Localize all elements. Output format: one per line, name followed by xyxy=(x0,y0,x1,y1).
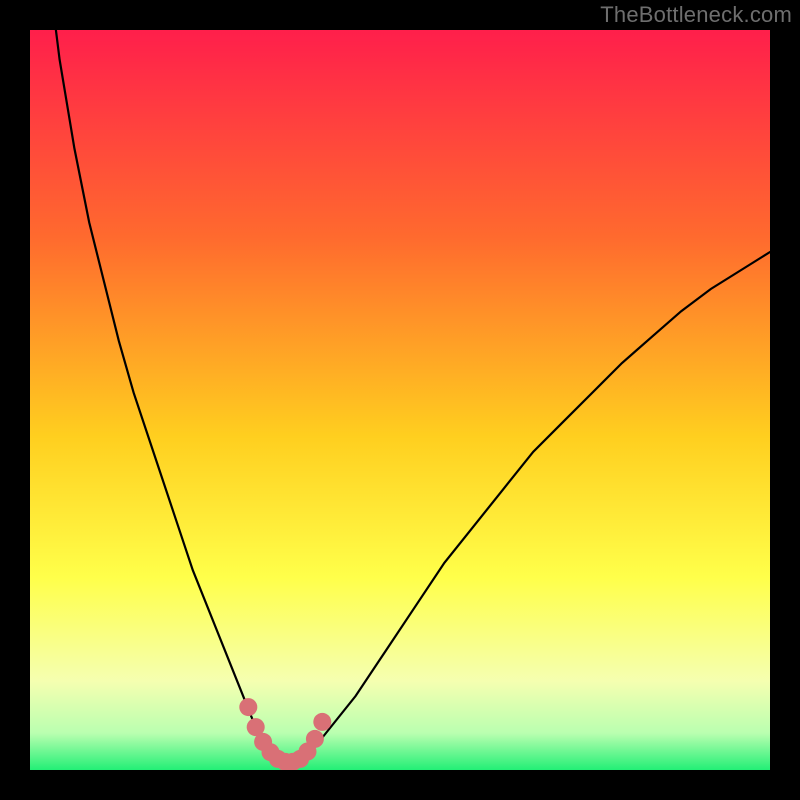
gradient-background xyxy=(30,30,770,770)
outer-frame: TheBottleneck.com xyxy=(0,0,800,800)
highlight-dot xyxy=(313,713,331,731)
highlight-dot xyxy=(306,730,324,748)
watermark-text: TheBottleneck.com xyxy=(600,2,792,28)
plot-area xyxy=(30,30,770,770)
chart-svg xyxy=(30,30,770,770)
highlight-dot xyxy=(239,698,257,716)
